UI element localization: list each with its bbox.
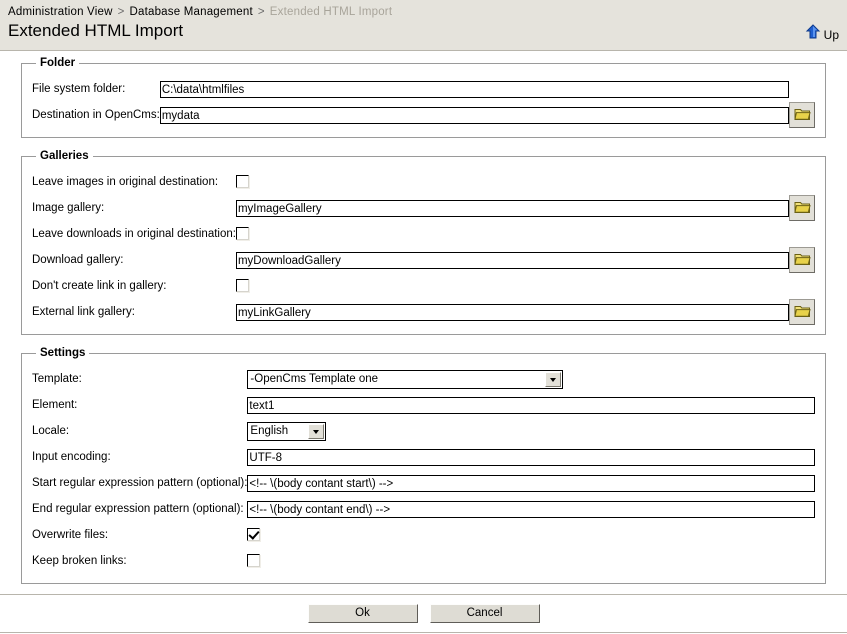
template-label: Template: xyxy=(32,373,82,385)
external-link-gallery-browse-button[interactable] xyxy=(789,299,815,325)
image-gallery-row: Image gallery: xyxy=(32,195,815,221)
image-gallery-input[interactable] xyxy=(235,200,789,218)
image-gallery-browse-button[interactable] xyxy=(789,195,815,221)
leave-images-label: Leave images in original destination: xyxy=(32,176,219,188)
galleries-section-legend: Galleries xyxy=(40,150,89,162)
start-pattern-input[interactable] xyxy=(247,475,815,493)
input-encoding-input[interactable] xyxy=(247,449,815,467)
no-link-in-gallery-checkbox[interactable] xyxy=(235,279,249,293)
file-system-folder-input[interactable] xyxy=(159,81,789,99)
locale-label: Locale: xyxy=(32,425,70,437)
locale-select[interactable]: English xyxy=(247,422,327,441)
leave-downloads-row: Leave downloads in original destination: xyxy=(32,221,815,247)
locale-row: Locale: English xyxy=(32,418,815,444)
folder-icon xyxy=(793,200,811,217)
download-gallery-input[interactable] xyxy=(235,252,789,270)
breadcrumb-separator: > xyxy=(257,6,265,18)
chevron-down-icon xyxy=(308,424,325,439)
breadcrumb-item-database-management[interactable]: Database Management xyxy=(130,6,253,18)
external-link-gallery-row: External link gallery: xyxy=(32,299,815,325)
breadcrumb: Administration View > Database Management >… xyxy=(0,0,847,18)
end-pattern-row: End regular expression pattern (optional… xyxy=(32,496,815,522)
leave-downloads-label: Leave downloads in original destination: xyxy=(32,228,236,240)
download-gallery-label: Download gallery: xyxy=(32,254,124,266)
file-system-folder-label: File system folder: xyxy=(32,83,126,95)
leave-downloads-checkbox[interactable] xyxy=(235,227,249,241)
ok-button[interactable]: Ok xyxy=(307,604,418,623)
folder-icon xyxy=(793,304,811,321)
external-link-gallery-label: External link gallery: xyxy=(32,306,135,318)
cancel-button[interactable]: Cancel xyxy=(429,604,540,623)
dialog-footer: Ok Cancel xyxy=(0,594,847,633)
up-button[interactable]: Up xyxy=(805,24,839,45)
destination-label: Destination in OpenCms: xyxy=(32,109,160,121)
end-pattern-label: End regular expression pattern (optional… xyxy=(32,503,244,515)
locale-select-value: English xyxy=(250,425,289,437)
no-link-in-gallery-row: Don't create link in gallery: xyxy=(32,273,815,299)
overwrite-files-checkbox[interactable] xyxy=(247,528,261,542)
folder-section: Folder File system folder: Destination i… xyxy=(21,57,826,138)
start-pattern-label: Start regular expression pattern (option… xyxy=(32,477,248,489)
settings-section-legend: Settings xyxy=(40,347,86,359)
breadcrumb-separator: > xyxy=(117,6,125,18)
settings-section: Settings Template: -OpenCms Template one… xyxy=(21,347,826,584)
overwrite-files-row: Overwrite files: xyxy=(32,522,815,548)
element-input[interactable] xyxy=(247,397,815,415)
no-link-in-gallery-label: Don't create link in gallery: xyxy=(32,280,167,292)
folder-icon xyxy=(793,252,811,269)
leave-images-checkbox[interactable] xyxy=(235,175,249,189)
destination-browse-button[interactable] xyxy=(789,102,815,128)
galleries-section: Galleries Leave images in original desti… xyxy=(21,150,826,335)
start-pattern-row: Start regular expression pattern (option… xyxy=(32,470,815,496)
template-select-value: -OpenCms Template one xyxy=(250,373,379,385)
keep-broken-links-checkbox[interactable] xyxy=(247,554,261,568)
element-label: Element: xyxy=(32,399,78,411)
download-gallery-browse-button[interactable] xyxy=(789,247,815,273)
up-button-label: Up xyxy=(823,27,839,42)
folder-icon xyxy=(793,107,811,124)
element-row: Element: xyxy=(32,392,815,418)
keep-broken-links-label: Keep broken links: xyxy=(32,555,127,567)
image-gallery-label: Image gallery: xyxy=(32,202,105,214)
folder-section-legend: Folder xyxy=(40,57,76,69)
end-pattern-input[interactable] xyxy=(247,501,815,519)
file-system-folder-row: File system folder: xyxy=(32,76,815,102)
download-gallery-row: Download gallery: xyxy=(32,247,815,273)
input-encoding-label: Input encoding: xyxy=(32,451,111,463)
breadcrumb-item-administration-view[interactable]: Administration View xyxy=(8,6,113,18)
keep-broken-links-row: Keep broken links: xyxy=(32,548,815,574)
leave-images-row: Leave images in original destination: xyxy=(32,169,815,195)
form-content: Folder File system folder: Destination i… xyxy=(0,51,847,594)
up-arrow-icon xyxy=(805,24,821,45)
breadcrumb-item-extended-html-import: Extended HTML Import xyxy=(269,6,393,18)
page-title: Extended HTML Import xyxy=(8,21,184,40)
input-encoding-row: Input encoding: xyxy=(32,444,815,470)
external-link-gallery-input[interactable] xyxy=(235,304,789,322)
destination-input[interactable] xyxy=(159,107,789,125)
template-select[interactable]: -OpenCms Template one xyxy=(247,370,564,389)
destination-row: Destination in OpenCms: xyxy=(32,102,815,128)
overwrite-files-label: Overwrite files: xyxy=(32,529,109,541)
page-header: Administration View > Database Management >… xyxy=(0,0,847,51)
template-row: Template: -OpenCms Template one xyxy=(32,366,815,392)
chevron-down-icon xyxy=(545,372,562,387)
